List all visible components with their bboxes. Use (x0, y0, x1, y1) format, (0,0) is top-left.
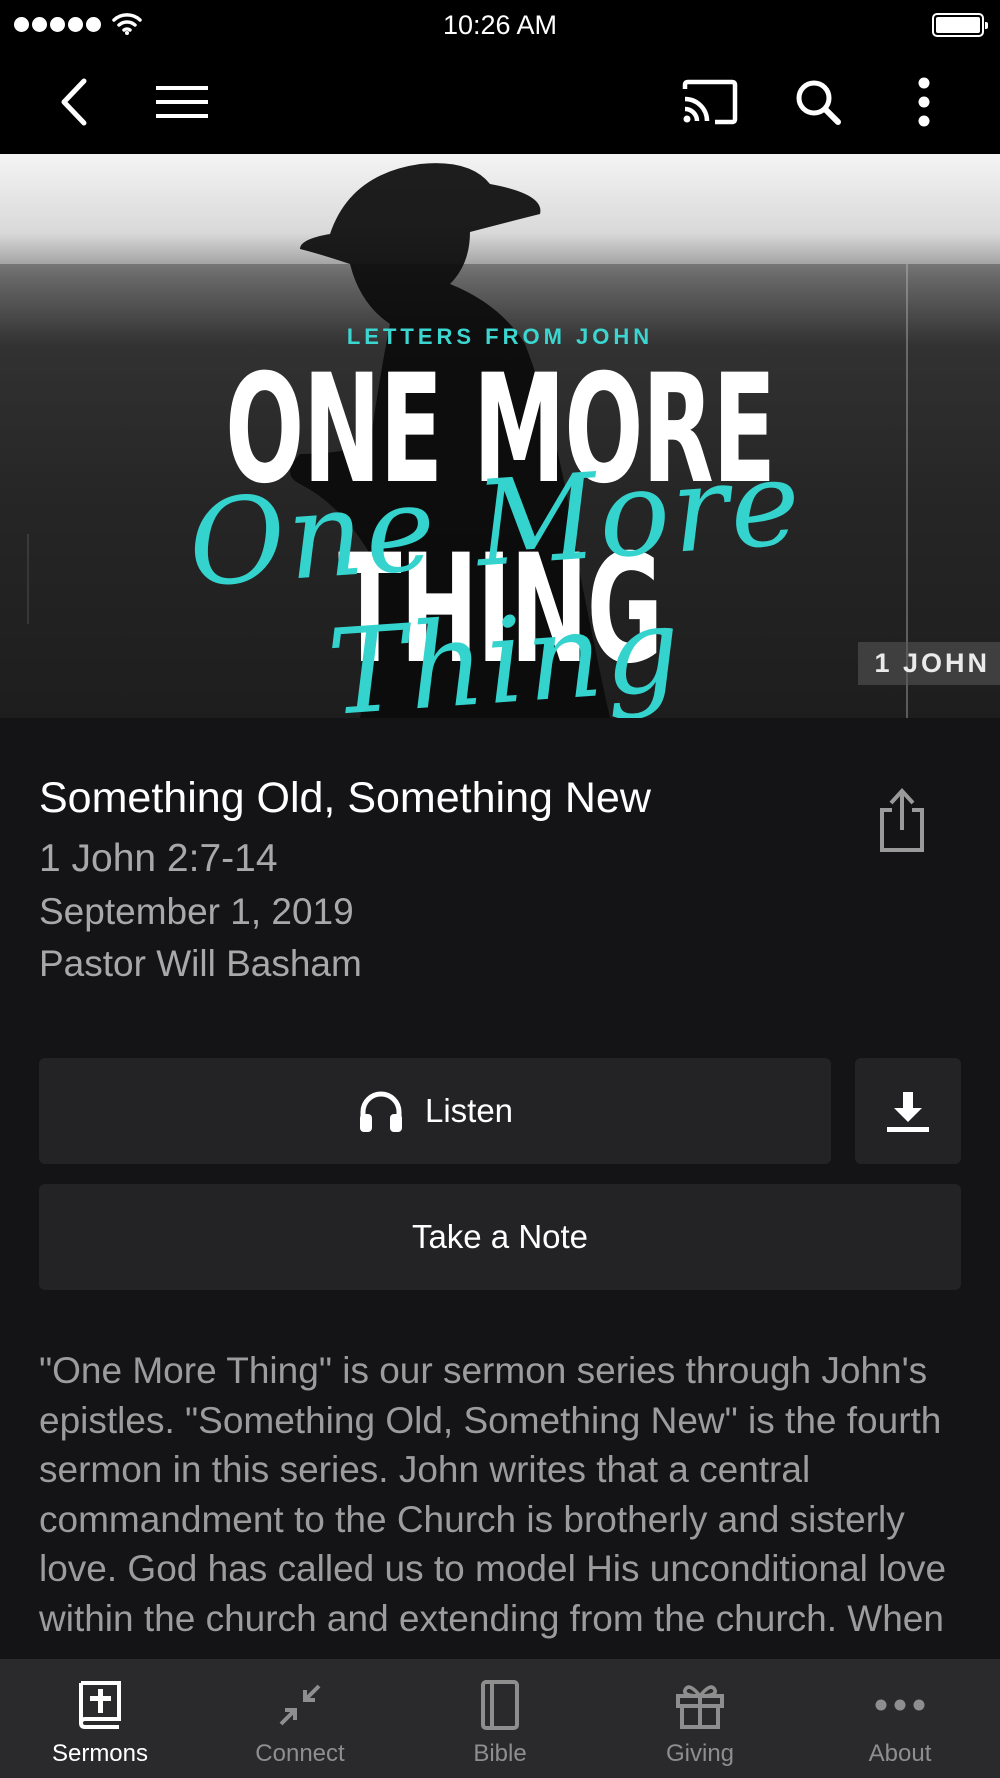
tab-giving[interactable]: Giving (600, 1659, 800, 1778)
status-time: 10:26 AM (442, 10, 558, 40)
cast-icon (682, 79, 738, 125)
bible-cross-icon (70, 1677, 130, 1733)
back-icon (61, 78, 87, 126)
take-note-label: Take a Note (411, 1218, 589, 1255)
sermon-title: Something Old, Something New (39, 774, 651, 822)
more-options-button[interactable] (892, 70, 956, 134)
search-button[interactable] (786, 70, 850, 134)
status-bar: 10:26 AM (0, 0, 1000, 50)
tab-bible[interactable]: Bible (400, 1659, 600, 1778)
sermon-scripture: 1 John 2:7-14 (39, 837, 278, 880)
listen-button[interactable]: Listen (39, 1058, 831, 1164)
more-horizontal-icon (870, 1677, 930, 1733)
tab-label: About (868, 1740, 932, 1767)
menu-button[interactable] (150, 70, 214, 134)
cast-button[interactable] (678, 70, 742, 134)
search-icon (796, 80, 841, 125)
back-button[interactable] (42, 70, 106, 134)
share-button[interactable] (872, 786, 932, 856)
sermon-date: September 1, 2019 (39, 891, 354, 932)
tab-about[interactable]: About (800, 1659, 1000, 1778)
tab-label: Sermons (51, 1740, 149, 1767)
listen-label: Listen (424, 1092, 514, 1129)
sermon-speaker: Pastor Will Basham (39, 943, 362, 984)
book-tag: 1 JOHN (858, 642, 1000, 685)
tab-sermons[interactable]: Sermons (0, 1659, 200, 1778)
download-icon (887, 1092, 929, 1132)
battery-icon (932, 13, 988, 37)
tab-connect[interactable]: Connect (200, 1659, 400, 1778)
more-vertical-icon (918, 77, 930, 127)
tab-label: Bible (473, 1740, 527, 1767)
sermon-description: "One More Thing" is our sermon series th… (39, 1350, 947, 1639)
nav-bar (0, 50, 1000, 154)
sermon-artwork: LETTERS FROM JOHN ONE MORE THING One Mor… (0, 154, 1000, 718)
download-button[interactable] (855, 1058, 961, 1164)
headphones-icon (359, 1091, 402, 1132)
tab-label: Connect (255, 1740, 345, 1767)
book-icon (470, 1677, 530, 1733)
share-icon (880, 788, 924, 852)
arrows-in-icon (270, 1677, 330, 1733)
take-note-button[interactable]: Take a Note (39, 1184, 961, 1290)
menu-icon (156, 86, 208, 118)
sermon-details: Something Old, Something New 1 John 2:7-… (39, 774, 839, 985)
tab-label: Giving (665, 1740, 735, 1767)
tab-bar: Sermons Connect Bible Giving About (0, 1659, 1000, 1778)
gift-icon (670, 1677, 730, 1733)
